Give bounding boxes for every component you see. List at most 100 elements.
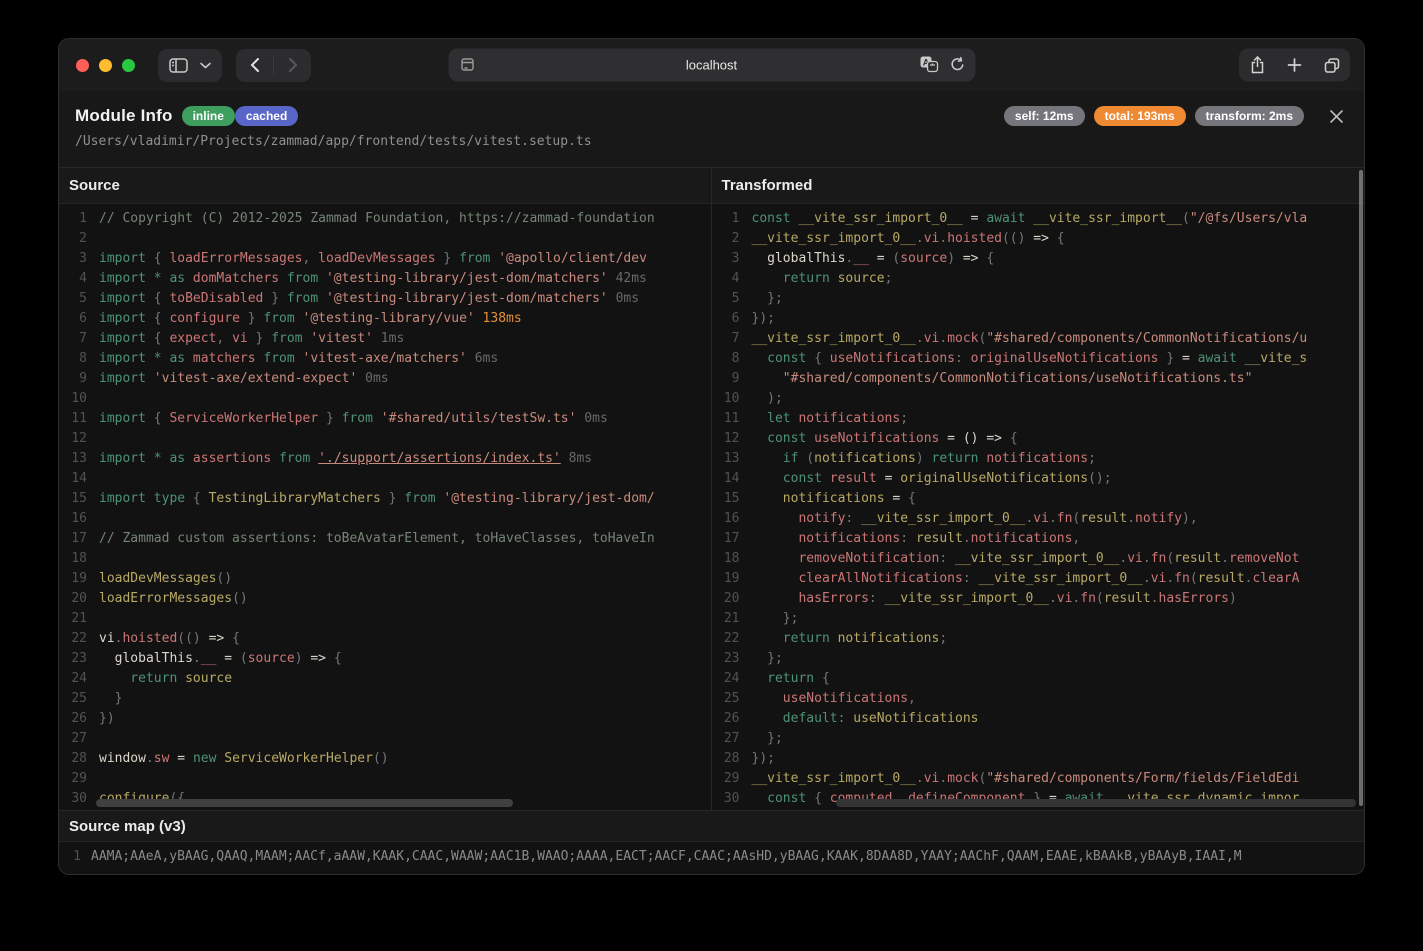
sourcemap-code[interactable]: 1AAMA;AAeA,yBAAG,QAAQ,MAAM;AACf,aAAW,KAA… xyxy=(59,842,1364,874)
code-token: 'vitest-axe/matchers' xyxy=(303,351,467,366)
module-import-link[interactable]: './support/assertions/index.ts' xyxy=(318,451,561,466)
traffic-light-zoom[interactable] xyxy=(122,59,135,72)
reload-icon[interactable] xyxy=(949,56,965,72)
code-line: 22 return notifications; xyxy=(712,629,1365,649)
code-token: ServiceWorkerHelper xyxy=(224,751,373,766)
code-token: () xyxy=(232,591,248,606)
code-token: result xyxy=(1104,591,1151,606)
code-token: TestingLibraryMatchers xyxy=(209,491,381,506)
traffic-light-minimize[interactable] xyxy=(99,59,112,72)
line-number: 13 xyxy=(712,449,740,469)
code-token: { xyxy=(193,491,209,506)
transformed-code[interactable]: 1const __vite_ssr_import_0__ = await __v… xyxy=(712,204,1365,810)
code-token: import xyxy=(99,291,154,306)
line-number: 18 xyxy=(712,549,740,569)
source-code[interactable]: 1// Copyright (C) 2012-2025 Zammad Found… xyxy=(59,204,711,810)
code-token: { xyxy=(814,791,830,806)
code-token: : xyxy=(845,511,861,526)
line-number: 28 xyxy=(59,749,87,769)
code-token: ) xyxy=(947,251,955,266)
code-token: result xyxy=(1174,551,1221,566)
forward-button[interactable] xyxy=(274,49,311,82)
code-line: 2 xyxy=(59,229,711,249)
code-line: 8import * as matchers from 'vitest-axe/m… xyxy=(59,349,711,369)
translate-icon[interactable]: A xyxy=(919,56,938,73)
code-token: vi xyxy=(924,771,940,786)
code-token: __ xyxy=(201,651,217,666)
code-token: = xyxy=(169,751,192,766)
code-token: return xyxy=(752,631,838,646)
line-number: 16 xyxy=(59,509,87,529)
code-token: { xyxy=(814,351,830,366)
code-token: 'vitest-axe/extend-expect' xyxy=(154,371,358,386)
code-token: import * as xyxy=(99,351,193,366)
code-token: __vite_ssr_import_0__ xyxy=(955,551,1119,566)
code-line: 20 hasErrors: __vite_ssr_import_0__.vi.f… xyxy=(712,589,1365,609)
code-token: "#shared/components/CommonNotifications/… xyxy=(986,331,1307,346)
source-horizontal-scrollbar[interactable] xyxy=(96,799,513,807)
code-line: 29 xyxy=(59,769,711,789)
code-token: await xyxy=(986,211,1033,226)
vertical-scrollbar[interactable] xyxy=(1359,170,1363,806)
line-number: 3 xyxy=(712,249,740,269)
traffic-light-close[interactable] xyxy=(76,59,89,72)
timing-pill-transform: transform: 2ms xyxy=(1195,106,1304,126)
address-bar[interactable]: localhost A xyxy=(448,49,975,82)
code-line: 21 xyxy=(59,609,711,629)
source-panel-title: Source xyxy=(59,168,711,204)
code-line: 18 xyxy=(59,549,711,569)
code-token: }) xyxy=(99,711,115,726)
code-token: . xyxy=(939,331,947,346)
line-number: 5 xyxy=(712,289,740,309)
code-token: mock xyxy=(947,331,978,346)
code-line: 6}); xyxy=(712,309,1365,329)
code-token: . xyxy=(939,771,947,786)
code-token: from xyxy=(256,351,303,366)
line-number: 8 xyxy=(712,349,740,369)
back-button[interactable] xyxy=(236,49,273,82)
code-token: useNotifications xyxy=(752,691,909,706)
code-token: const xyxy=(752,431,815,446)
code-token: hoisted xyxy=(947,231,1002,246)
code-token: originalUseNotifications xyxy=(971,351,1159,366)
code-line: 27 xyxy=(59,729,711,749)
sidebar-toggle-button[interactable] xyxy=(158,49,222,82)
line-number: 7 xyxy=(712,329,740,349)
code-token: ) xyxy=(916,451,932,466)
line-number: 4 xyxy=(712,269,740,289)
sourcemap-line: 1AAMA;AAeA,yBAAG,QAAQ,MAAM;AACf,aAAW,KAA… xyxy=(59,847,1364,867)
code-line: 25 useNotifications, xyxy=(712,689,1365,709)
tab-overview-button[interactable] xyxy=(1313,49,1350,82)
close-button[interactable] xyxy=(1329,109,1344,124)
code-token: vi xyxy=(232,331,248,346)
sourcemap-section: Source map (v3) 1AAMA;AAeA,yBAAG,QAAQ,MA… xyxy=(59,810,1364,874)
code-token: { xyxy=(154,291,170,306)
url-text: localhost xyxy=(448,49,975,82)
timing-pill-self: self: 12ms xyxy=(1004,106,1085,126)
browser-window: localhost A xyxy=(58,38,1365,875)
transformed-panel-title: Transformed xyxy=(712,168,1365,204)
code-token: } xyxy=(381,491,404,506)
code-token: removeNot xyxy=(1229,551,1299,566)
code-token: configure xyxy=(169,311,239,326)
source-panel: Source 1// Copyright (C) 2012-2025 Zamma… xyxy=(59,168,712,810)
line-number: 29 xyxy=(712,769,740,789)
code-token: . xyxy=(1049,591,1057,606)
navigation-buttons xyxy=(236,49,311,82)
code-token: originalUseNotifications xyxy=(900,471,1088,486)
line-number: 1 xyxy=(59,209,87,229)
code-line: 3import { loadErrorMessages, loadDevMess… xyxy=(59,249,711,269)
chevron-left-icon xyxy=(250,57,260,73)
code-token: . xyxy=(1143,571,1151,586)
share-icon xyxy=(1249,56,1266,75)
chevron-right-icon xyxy=(288,57,298,73)
share-button[interactable] xyxy=(1239,49,1276,82)
line-number: 23 xyxy=(712,649,740,669)
code-token: vi xyxy=(1033,511,1049,526)
new-tab-button[interactable] xyxy=(1276,49,1313,82)
line-number: 6 xyxy=(59,309,87,329)
transformed-horizontal-scrollbar[interactable] xyxy=(836,799,1357,807)
code-token: import xyxy=(99,371,154,386)
line-number: 9 xyxy=(59,369,87,389)
code-line: 26}) xyxy=(59,709,711,729)
